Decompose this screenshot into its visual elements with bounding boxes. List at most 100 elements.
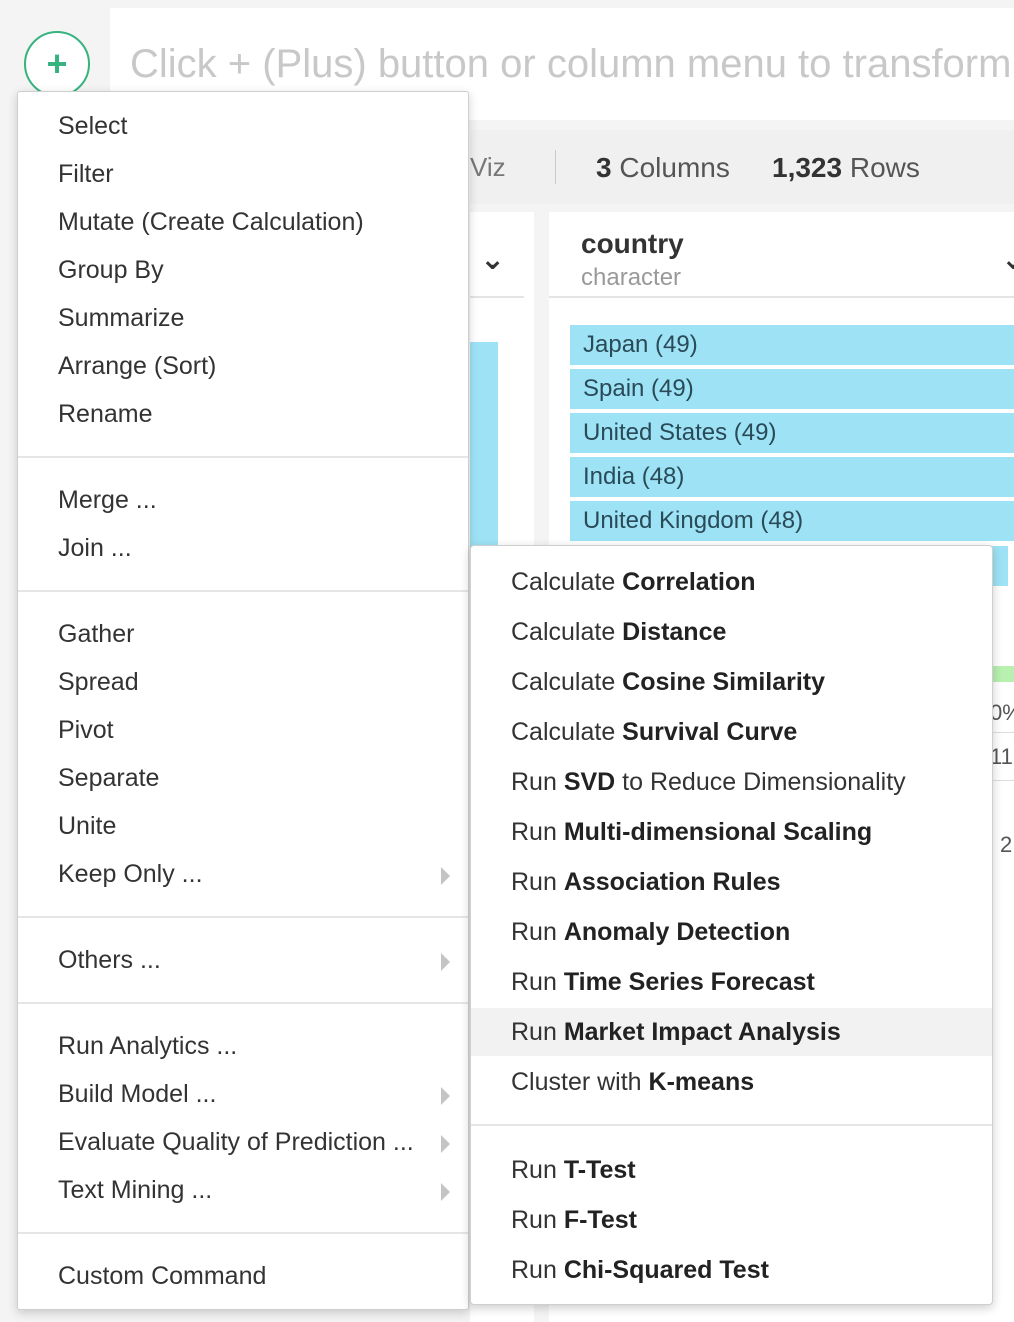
submenu-item-name: Multi-dimensional Scaling <box>563 818 873 846</box>
menu-item-separate[interactable]: Separate <box>18 758 468 798</box>
column-name: country <box>581 228 684 259</box>
menu-item-label: Keep Only ... <box>58 860 203 888</box>
menu-item-evaluate-quality[interactable]: Evaluate Quality of Prediction ... <box>18 1122 468 1162</box>
submenu-item-prefix: Run <box>511 1206 564 1234</box>
menu-item-run-analytics[interactable]: Run Analytics ... <box>18 1026 468 1066</box>
submenu-item-time-series-forecast[interactable]: Run Time Series Forecast <box>471 958 992 1006</box>
summary-strip <box>470 130 1014 204</box>
columns-label: Columns <box>619 152 730 183</box>
menu-item-keep-only[interactable]: Keep Only ... <box>18 854 468 894</box>
chevron-right-icon <box>441 953 450 971</box>
submenu-item-correlation[interactable]: Calculate Correlation <box>471 558 992 606</box>
submenu-item-prefix: Calculate <box>511 618 623 646</box>
submenu-item-distance[interactable]: Calculate Distance <box>471 608 992 656</box>
submenu-item-prefix: Run <box>511 1256 564 1284</box>
submenu-item-suffix: to Reduce Dimensionality <box>615 768 906 796</box>
value-bar[interactable]: India (48) <box>570 457 1014 497</box>
viz-tab[interactable]: Viz <box>470 152 506 183</box>
peek-value: 11 <box>990 744 1013 769</box>
menu-divider <box>18 456 468 458</box>
column-header-divider <box>549 296 1014 298</box>
chevron-right-icon <box>441 867 450 885</box>
submenu-item-prefix: Run <box>511 1018 564 1046</box>
submenu-item-prefix: Run <box>511 768 564 796</box>
submenu-item-name: Chi-Squared Test <box>563 1256 769 1284</box>
submenu-item-prefix: Run <box>511 968 564 996</box>
value-bar[interactable]: Japan (49) <box>570 325 1014 365</box>
menu-divider <box>471 1124 992 1126</box>
columns-count: 3 <box>596 152 612 183</box>
submenu-item-t-test[interactable]: Run T-Test <box>471 1146 992 1194</box>
menu-item-select[interactable]: Select <box>18 106 468 146</box>
submenu-item-prefix: Run <box>511 818 564 846</box>
submenu-item-cosine-similarity[interactable]: Calculate Cosine Similarity <box>471 658 992 706</box>
chevron-right-icon <box>441 1087 450 1105</box>
submenu-item-f-test[interactable]: Run F-Test <box>471 1196 992 1244</box>
chevron-down-icon[interactable]: ⌄ <box>1001 242 1014 277</box>
submenu-item-name: SVD <box>563 768 616 796</box>
menu-item-text-mining[interactable]: Text Mining ... <box>18 1170 468 1210</box>
column-type: character <box>581 264 682 291</box>
menu-item-custom-command[interactable]: Custom Command <box>18 1256 468 1296</box>
column-header-divider <box>470 296 524 298</box>
value-bars: Japan (49) Spain (49) United States (49)… <box>570 325 1014 545</box>
submenu-item-svd[interactable]: Run SVD to Reduce Dimensionality <box>471 758 992 806</box>
menu-item-mutate[interactable]: Mutate (Create Calculation) <box>18 202 468 242</box>
menu-item-join[interactable]: Join ... <box>18 528 468 568</box>
divider <box>555 150 556 184</box>
add-step-menu: Select Filter Mutate (Create Calculation… <box>17 91 469 1310</box>
submenu-item-name: Time Series Forecast <box>563 968 815 996</box>
value-bar[interactable]: Spain (49) <box>570 369 1014 409</box>
menu-item-others[interactable]: Others ... <box>18 940 468 980</box>
menu-divider <box>18 1002 468 1004</box>
submenu-item-prefix: Calculate <box>511 668 623 696</box>
menu-item-filter[interactable]: Filter <box>18 154 468 194</box>
menu-item-merge[interactable]: Merge ... <box>18 480 468 520</box>
submenu-item-name: K-means <box>648 1068 755 1096</box>
submenu-item-prefix: Calculate <box>511 718 623 746</box>
submenu-item-association-rules[interactable]: Run Association Rules <box>471 858 992 906</box>
menu-item-arrange[interactable]: Arrange (Sort) <box>18 346 468 386</box>
menu-item-label: Others ... <box>58 946 161 974</box>
submenu-item-prefix: Run <box>511 1156 564 1184</box>
plus-icon: + <box>46 43 68 84</box>
menu-item-label: Evaluate Quality of Prediction ... <box>58 1128 414 1156</box>
chevron-down-icon[interactable]: ⌄ <box>480 242 505 277</box>
chevron-right-icon <box>441 1135 450 1153</box>
submenu-item-market-impact[interactable]: Run Market Impact Analysis <box>471 1008 992 1056</box>
submenu-item-chi-squared[interactable]: Run Chi-Squared Test <box>471 1246 992 1294</box>
menu-divider <box>18 1232 468 1234</box>
peek-value: 0% <box>990 700 1014 725</box>
value-bar[interactable]: United States (49) <box>570 413 1014 453</box>
rows-count: 1,323 <box>772 152 843 183</box>
menu-item-spread[interactable]: Spread <box>18 662 468 702</box>
submenu-item-prefix: Calculate <box>511 568 623 596</box>
menu-item-gather[interactable]: Gather <box>18 614 468 654</box>
submenu-item-survival-curve[interactable]: Calculate Survival Curve <box>471 708 992 756</box>
chevron-right-icon <box>441 1183 450 1201</box>
submenu-item-name: Distance <box>622 618 727 646</box>
submenu-item-mds[interactable]: Run Multi-dimensional Scaling <box>471 808 992 856</box>
value-bar[interactable]: United Kingdom (48) <box>570 501 1014 541</box>
add-step-button[interactable]: + <box>24 31 90 97</box>
submenu-item-name: Cosine Similarity <box>622 668 826 696</box>
submenu-item-prefix: Cluster with <box>511 1068 649 1096</box>
menu-item-rename[interactable]: Rename <box>18 394 468 434</box>
submenu-item-name: F-Test <box>563 1206 637 1234</box>
menu-item-group-by[interactable]: Group By <box>18 250 468 290</box>
submenu-item-name: Market Impact Analysis <box>563 1018 841 1046</box>
run-analytics-submenu: Calculate Correlation Calculate Distance… <box>470 545 993 1305</box>
rows-label: Rows <box>849 152 920 183</box>
menu-item-label: Build Model ... <box>58 1080 217 1108</box>
menu-item-unite[interactable]: Unite <box>18 806 468 846</box>
peek-value: 2 <box>1000 832 1013 857</box>
menu-item-summarize[interactable]: Summarize <box>18 298 468 338</box>
submenu-item-anomaly-detection[interactable]: Run Anomaly Detection <box>471 908 992 956</box>
menu-item-build-model[interactable]: Build Model ... <box>18 1074 468 1114</box>
submenu-item-kmeans[interactable]: Cluster with K-means <box>471 1058 992 1106</box>
menu-item-pivot[interactable]: Pivot <box>18 710 468 750</box>
submenu-item-name: Anomaly Detection <box>563 918 791 946</box>
submenu-item-name: Correlation <box>622 568 756 596</box>
rows-summary: 1,323 Rows <box>772 152 920 184</box>
menu-item-label: Text Mining ... <box>58 1176 213 1204</box>
